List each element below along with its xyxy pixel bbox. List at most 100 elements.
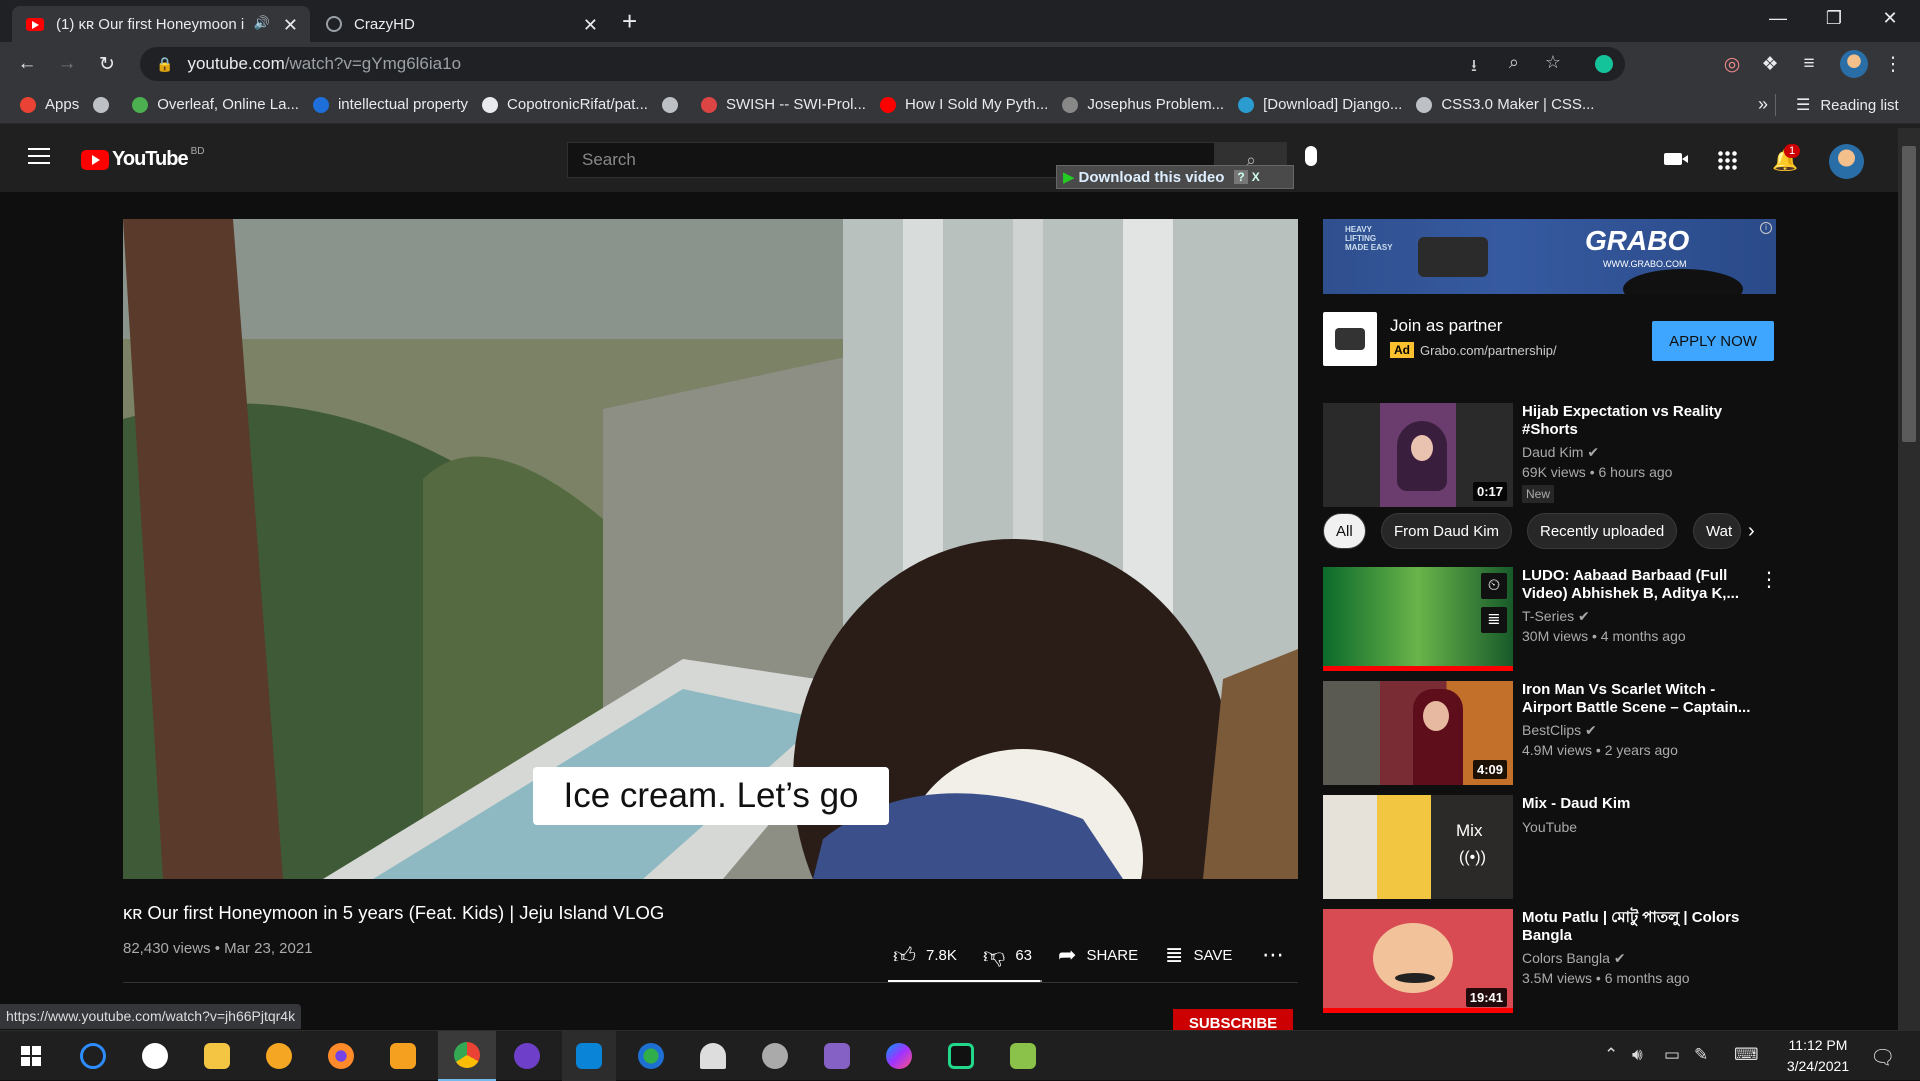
file-explorer-icon[interactable] (190, 1031, 244, 1081)
related-video[interactable]: 4:09 Iron Man Vs Scarlet Witch - Airport… (1323, 681, 1776, 786)
extension-icon[interactable]: ◎ (1719, 53, 1745, 76)
chip-watched[interactable]: Wat (1693, 513, 1741, 549)
profile-avatar[interactable] (1840, 50, 1868, 78)
tray-overflow-icon[interactable]: ⌃ (1604, 1045, 1618, 1065)
download-help-icon[interactable]: ? (1234, 170, 1248, 184)
video-duration: 4:09 (1472, 760, 1507, 779)
apply-now-button[interactable]: APPLY NOW (1652, 321, 1774, 361)
app-sync-icon[interactable] (66, 1031, 120, 1081)
tab-youtube[interactable]: (1) ᴋʀ Our first Honeymoon i 🔊 ✕ (12, 6, 310, 42)
apps-grid-icon[interactable] (1717, 150, 1737, 170)
forward-icon[interactable]: → (54, 53, 80, 75)
scrollbar-thumb[interactable] (1902, 146, 1916, 442)
bookmark-item[interactable]: SWISH -- SWI-Prol... (700, 96, 866, 113)
chrome-icon[interactable] (438, 1031, 496, 1081)
close-tab-icon[interactable]: ✕ (283, 15, 298, 36)
clock[interactable]: 11:12 PM 3/24/2021 (1768, 1035, 1868, 1077)
ad-info-icon[interactable]: i (1760, 222, 1772, 234)
tab-crazyhd[interactable]: CrazyHD ✕ (312, 6, 610, 42)
bookmark-item[interactable]: Overleaf, Online La... (132, 96, 299, 113)
app-umbrella-icon[interactable] (686, 1031, 740, 1081)
volume-icon[interactable]: 🔊︎ (1632, 1045, 1643, 1065)
app-satellite-icon[interactable] (748, 1031, 802, 1081)
related-video[interactable]: ⏲ ≣ LUDO: Aabaad Barbaad (Full Video) Ab… (1323, 567, 1779, 672)
create-video-icon[interactable] (1664, 153, 1688, 165)
extensions-puzzle-icon[interactable]: ❖ (1757, 53, 1783, 76)
reading-list-button[interactable]: ☰ Reading list (1796, 95, 1899, 115)
network-icon[interactable]: ▭ (1664, 1045, 1680, 1065)
related-video[interactable]: 19:41 Motu Patlu | মোটু পাতলু | Colors B… (1323, 909, 1776, 1014)
vscode-icon[interactable] (562, 1031, 616, 1081)
more-options-icon[interactable]: ⋮ (1759, 567, 1779, 592)
messenger-icon[interactable] (872, 1031, 926, 1081)
chip-all[interactable]: All (1323, 513, 1366, 549)
voice-search-icon[interactable] (1305, 146, 1317, 166)
watch-later-icon[interactable]: ⏲ (1481, 573, 1507, 599)
video-title: Iron Man Vs Scarlet Witch - Airport Batt… (1522, 681, 1751, 716)
ad-banner[interactable]: HEAVY LIFTING MADE EASY GRABO WWW.GRABO.… (1323, 219, 1776, 294)
media-control-icon[interactable]: ≡ (1796, 53, 1822, 75)
dislike-button[interactable]: 👎︎ 63 (983, 942, 1032, 969)
related-mix[interactable]: Mix ((•)) Mix - Daud Kim YouTube (1323, 795, 1776, 900)
bookmark-label: CSS3.0 Maker | CSS... (1441, 96, 1595, 113)
grammarly-icon[interactable] (1595, 55, 1613, 73)
verified-icon: ✔ (1585, 722, 1597, 738)
github-desktop-icon[interactable] (500, 1031, 554, 1081)
add-to-queue-icon[interactable]: ≣ (1481, 607, 1507, 633)
menu-kebab-icon[interactable]: ⋮ (1880, 53, 1906, 76)
bookmark-item[interactable] (661, 96, 687, 113)
app-orange-icon[interactable] (376, 1031, 430, 1081)
bookmark-item[interactable]: How I Sold My Pyth... (879, 96, 1048, 113)
save-button[interactable]: ≣ SAVE (1165, 942, 1232, 968)
bookmark-star-icon[interactable]: ☆ (1545, 52, 1561, 73)
apps-grid-icon (20, 96, 36, 113)
bookmark-item[interactable]: CSS3.0 Maker | CSS... (1416, 96, 1594, 113)
vpn-app-icon[interactable] (252, 1031, 306, 1081)
share-button[interactable]: ➦ SHARE (1058, 942, 1138, 968)
close-window-icon[interactable]: ✕ (1870, 8, 1910, 29)
zoom-icon[interactable]: ⌕ (1509, 52, 1519, 73)
ad-card[interactable]: Join as partner Ad Grabo.com/partnership… (1323, 312, 1776, 367)
bookmark-item[interactable]: Apps (20, 96, 79, 113)
new-tab-button[interactable]: + (622, 6, 637, 37)
bookmark-item[interactable]: intellectual property (312, 96, 468, 113)
download-video-bar[interactable]: ▶ Download this video ? X (1056, 165, 1294, 189)
bookmarks-overflow-button[interactable]: » (1758, 94, 1768, 115)
globe-icon (1416, 96, 1433, 113)
windows-start-icon[interactable] (4, 1031, 58, 1081)
video-player[interactable]: Ice cream. Let’s go (123, 219, 1298, 879)
chip-recently-uploaded[interactable]: Recently uploaded (1527, 513, 1678, 549)
channel-name: Daud Kim ✔ (1522, 444, 1599, 461)
back-icon[interactable]: ← (14, 53, 40, 75)
app-globe-icon[interactable] (624, 1031, 678, 1081)
loading-icon (1062, 96, 1079, 113)
restore-icon[interactable]: ❐ (1814, 8, 1854, 29)
download-close-icon[interactable]: X (1252, 170, 1260, 184)
chips-next-icon[interactable]: › (1748, 520, 1755, 543)
whatsapp-icon[interactable] (128, 1031, 182, 1081)
bookmark-item[interactable] (93, 96, 118, 113)
pycharm-icon[interactable] (934, 1031, 988, 1081)
youtube-logo[interactable]: YouTube BD (81, 146, 204, 171)
related-video[interactable]: 0:17 Hijab Expectation vs Reality #Short… (1323, 403, 1776, 508)
ad-product-image (1418, 237, 1488, 277)
minimize-icon[interactable]: — (1758, 8, 1798, 29)
firefox-icon[interactable] (314, 1031, 368, 1081)
bookmark-item[interactable]: Josephus Problem... (1062, 96, 1224, 113)
address-bar[interactable]: 🔒 youtube.com/watch?v=gYmg6l6ia1o ⭳ ⌕ ☆ (140, 47, 1625, 81)
account-avatar[interactable] (1829, 144, 1864, 179)
reload-icon[interactable]: ↻ (94, 53, 120, 76)
chip-from-daud-kim[interactable]: From Daud Kim (1381, 513, 1513, 549)
action-center-icon[interactable]: 🗨︎ (1870, 1045, 1895, 1070)
close-tab-icon[interactable]: ✕ (583, 15, 598, 36)
visual-studio-icon[interactable] (810, 1031, 864, 1081)
keyboard-icon[interactable]: ⌨ (1734, 1045, 1759, 1065)
app-notepad-icon[interactable] (996, 1031, 1050, 1081)
like-button[interactable]: 👍︎ 7.8K (893, 942, 957, 969)
more-actions-button[interactable]: ⋯ (1262, 942, 1294, 968)
hamburger-menu-icon[interactable] (28, 148, 50, 164)
pen-icon[interactable]: ✎ (1694, 1045, 1708, 1065)
bookmark-item[interactable]: [Download] Django... (1238, 96, 1402, 113)
install-icon[interactable]: ⭳ (1471, 53, 1477, 82)
bookmark-item[interactable]: CopotronicRifat/pat... (482, 96, 648, 113)
